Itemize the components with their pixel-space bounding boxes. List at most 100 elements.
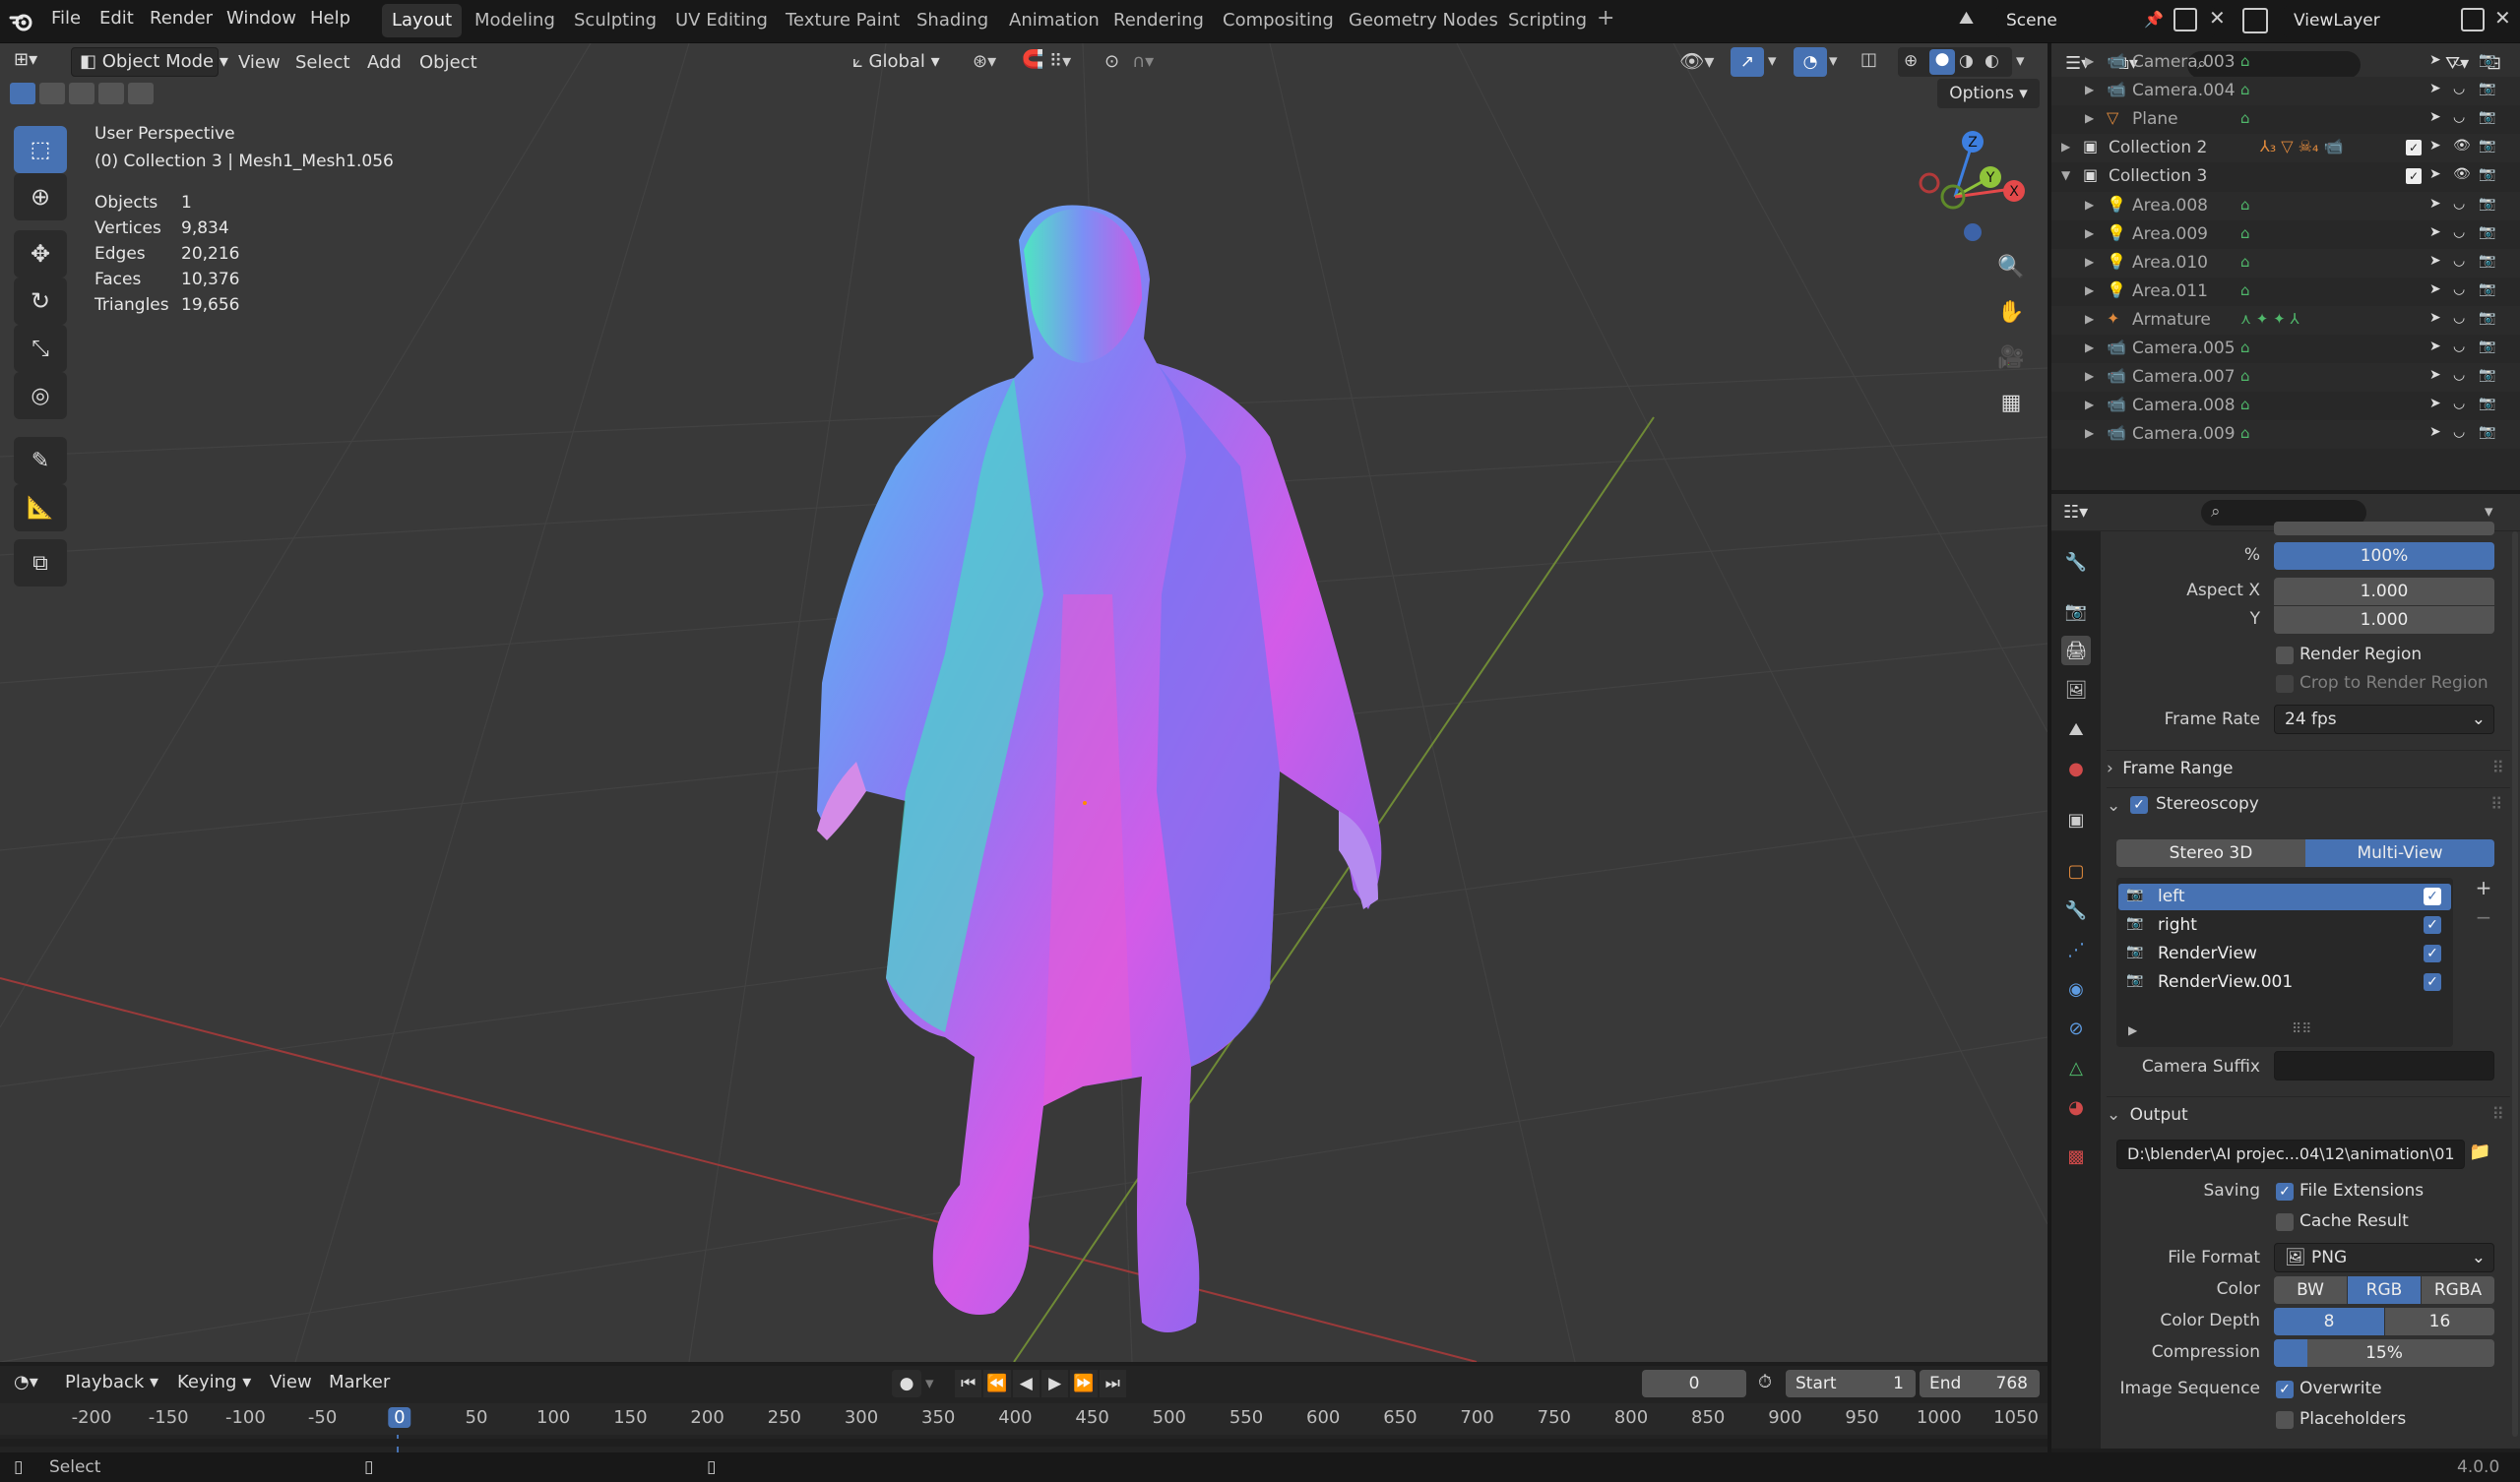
object-data-icon[interactable]: ⌂: [2240, 196, 2250, 214]
select-toggle-icon[interactable]: ➤: [2429, 281, 2441, 297]
outliner-row[interactable]: ▼ ▣ Collection 3 ✓ ➤ 👁 📷: [2051, 162, 2520, 191]
tab-rendering[interactable]: Rendering: [1103, 4, 1214, 37]
rotate-tool[interactable]: ↻: [14, 278, 67, 325]
pivot-point-icon[interactable]: ⊛▾: [973, 51, 996, 72]
render-toggle-icon[interactable]: 📷: [2479, 109, 2495, 125]
shading-dropdown-icon[interactable]: ▾: [2016, 51, 2025, 71]
visibility-icon[interactable]: ◡: [2453, 52, 2465, 68]
color-rgba-button[interactable]: RGBA: [2422, 1276, 2494, 1304]
output-panel[interactable]: ⌄ Output ⠿: [2107, 1096, 2510, 1130]
view-layer-tab-icon[interactable]: 🖼: [2061, 675, 2091, 705]
navigation-gizmo[interactable]: Z Y X: [1916, 122, 2034, 250]
expand-arrow-icon[interactable]: ▶: [2085, 83, 2094, 96]
stereoscopy-checkbox[interactable]: ✓: [2130, 796, 2148, 814]
new-scene-icon[interactable]: [2174, 8, 2197, 31]
select-toggle-icon[interactable]: ➤: [2429, 424, 2441, 440]
render-toggle-icon[interactable]: 📷: [2479, 281, 2495, 297]
move-tool[interactable]: ✥: [14, 230, 67, 278]
tab-sculpting[interactable]: Sculpting: [564, 4, 666, 37]
visibility-icon[interactable]: 👁▾: [1679, 49, 1714, 73]
color-depth-16-button[interactable]: 16: [2385, 1308, 2494, 1335]
cursor-tool[interactable]: ⊕: [14, 173, 67, 220]
menu-help[interactable]: Help: [310, 8, 350, 29]
render-toggle-icon[interactable]: 📷: [2479, 196, 2495, 212]
tab-scripting[interactable]: Scripting: [1498, 4, 1597, 37]
properties-scrollbar[interactable]: [2512, 531, 2518, 1437]
outliner-row[interactable]: ▶ 💡 Area.008 ⌂ ➤ ◡ 📷: [2051, 191, 2520, 220]
3d-viewport[interactable]: [0, 43, 2048, 1362]
jump-end-icon[interactable]: ⏭: [1099, 1370, 1126, 1397]
frame-range-panel[interactable]: › Frame Range ⠿: [2107, 750, 2510, 783]
particles-tab-icon[interactable]: ⋰: [2061, 935, 2091, 964]
blender-logo-icon[interactable]: [8, 8, 35, 35]
select-toggle-icon[interactable]: ➤: [2429, 196, 2441, 212]
tab-layout[interactable]: Layout: [382, 4, 463, 37]
view-enabled-checkbox[interactable]: ✓: [2424, 916, 2441, 934]
gizmo-dropdown-icon[interactable]: ▾: [1768, 51, 1777, 71]
expand-arrow-icon[interactable]: ▶: [2085, 426, 2094, 440]
camera-view-icon[interactable]: 🎥: [1990, 337, 2032, 378]
aspect-x-field[interactable]: 1.000: [2274, 578, 2494, 605]
keying-menu[interactable]: Keying ▾: [177, 1372, 251, 1392]
visibility-icon[interactable]: ◡: [2453, 81, 2465, 96]
render-toggle-icon[interactable]: 📷: [2479, 396, 2495, 411]
select-toggle-icon[interactable]: ➤: [2429, 81, 2441, 96]
view-list-item[interactable]: 📷 RenderView.001 ✓: [2118, 969, 2451, 996]
snap-target-icon[interactable]: ⠿▾: [1049, 51, 1071, 72]
start-frame-field[interactable]: Start 1: [1786, 1370, 1916, 1397]
outliner-row[interactable]: ▶ 💡 Area.010 ⌂ ➤ ◡ 📷: [2051, 248, 2520, 278]
play-icon[interactable]: ▶: [1040, 1370, 1069, 1397]
select-toggle-icon[interactable]: ➤: [2429, 138, 2441, 154]
properties-editor-icon[interactable]: ☷▾: [2063, 502, 2088, 523]
render-toggle-icon[interactable]: 📷: [2479, 166, 2495, 182]
outliner-row[interactable]: ▶ ✦ Armature ⋏ ✦ ✦ ⅄ ➤ ◡ 📷: [2051, 305, 2520, 335]
wireframe-shading-icon[interactable]: ⊕: [1904, 51, 1918, 71]
select-toggle-icon[interactable]: ➤: [2429, 166, 2441, 182]
object-data-icon[interactable]: ⌂: [2240, 339, 2250, 356]
camera-suffix-input[interactable]: [2274, 1051, 2494, 1081]
color-rgb-button[interactable]: RGB: [2348, 1276, 2421, 1304]
expand-arrow-icon[interactable]: ▶: [2061, 140, 2070, 154]
outliner-row[interactable]: ▶ 📹 Camera.005 ⌂ ➤ ◡ 📷: [2051, 335, 2520, 363]
select-intersect-icon[interactable]: [128, 83, 154, 104]
menu-window[interactable]: Window: [226, 8, 296, 29]
file-extensions-checkbox[interactable]: ✓: [2276, 1183, 2294, 1201]
object-data-icon[interactable]: ⌂: [2240, 367, 2250, 385]
visibility-icon[interactable]: 👁: [2453, 138, 2471, 154]
tab-geometry-nodes[interactable]: Geometry Nodes: [1339, 4, 1508, 37]
stereo-3d-button[interactable]: Stereo 3D: [2116, 839, 2305, 867]
object-tab-icon[interactable]: ▢: [2061, 856, 2091, 886]
jump-start-icon[interactable]: ⏮: [955, 1370, 982, 1397]
list-resize-icon[interactable]: ⠿⠿: [2292, 1021, 2312, 1037]
material-shading-icon[interactable]: ◑: [1959, 51, 1974, 71]
stopwatch-icon[interactable]: ⏱: [1758, 1372, 1772, 1392]
add-workspace-icon[interactable]: +: [1597, 6, 1614, 31]
render-toggle-icon[interactable]: 📷: [2479, 253, 2495, 269]
visibility-icon[interactable]: ◡: [2453, 310, 2465, 326]
object-data-icon[interactable]: ⌂: [2240, 424, 2250, 442]
render-tab-icon[interactable]: 📷: [2061, 596, 2091, 626]
aspect-y-field[interactable]: 1.000: [2274, 606, 2494, 634]
outliner-row[interactable]: ▶ 📹 Camera.007 ⌂ ➤ ◡ 📷: [2051, 363, 2520, 393]
expand-arrow-icon[interactable]: ▶: [2085, 226, 2094, 240]
material-tab-icon[interactable]: ◕: [2061, 1092, 2091, 1122]
menu-select[interactable]: Select: [287, 47, 358, 79]
overlay-dropdown-icon[interactable]: ▾: [1829, 51, 1838, 71]
expand-arrow-icon[interactable]: ▶: [2085, 369, 2094, 383]
select-extend-icon[interactable]: [39, 83, 65, 104]
menu-object[interactable]: Object: [411, 47, 485, 79]
output-tab-icon[interactable]: 🖨: [2061, 636, 2091, 665]
data-tab-icon[interactable]: △: [2061, 1053, 2091, 1082]
record-icon[interactable]: ●: [892, 1370, 921, 1397]
visibility-icon[interactable]: ◡: [2453, 109, 2465, 125]
mode-dropdown[interactable]: ◧ Object Mode ▾: [71, 47, 228, 77]
select-toggle-icon[interactable]: ➤: [2429, 367, 2441, 383]
playback-menu[interactable]: Playback ▾: [65, 1372, 158, 1392]
view-enabled-checkbox[interactable]: ✓: [2424, 888, 2441, 905]
object-data-icon[interactable]: ⌂: [2240, 253, 2250, 271]
play-reverse-icon[interactable]: ◀: [1012, 1370, 1040, 1397]
select-toggle-icon[interactable]: ➤: [2429, 224, 2441, 240]
scene-selector-icon[interactable]: ⛰: [1959, 8, 1986, 33]
overwrite-checkbox[interactable]: ✓: [2276, 1381, 2294, 1398]
select-toggle-icon[interactable]: ➤: [2429, 109, 2441, 125]
